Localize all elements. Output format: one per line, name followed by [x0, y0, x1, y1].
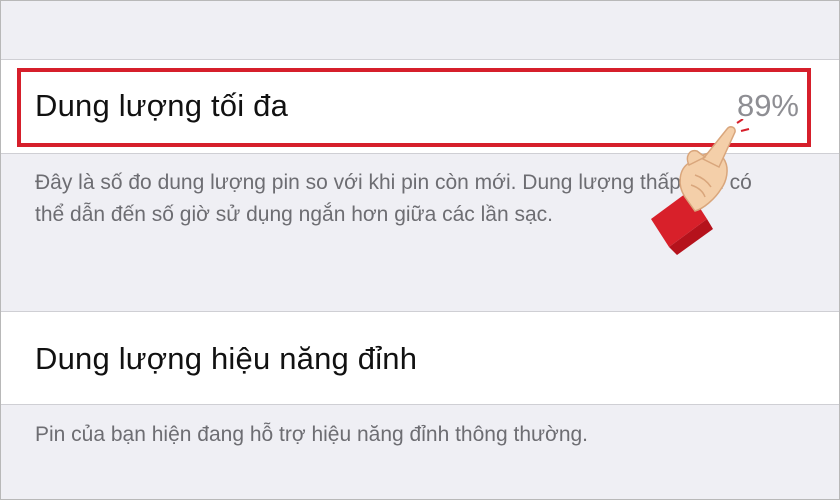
- peak-performance-row[interactable]: Dung lượng hiệu năng đỉnh: [1, 311, 839, 405]
- peak-performance-label: Dung lượng hiệu năng đỉnh: [35, 341, 418, 376]
- top-group-spacer: [1, 1, 839, 60]
- pointing-hand-icon: [641, 118, 751, 259]
- peak-performance-description: Pin của bạn hiện đang hỗ trợ hiệu năng đ…: [35, 423, 589, 446]
